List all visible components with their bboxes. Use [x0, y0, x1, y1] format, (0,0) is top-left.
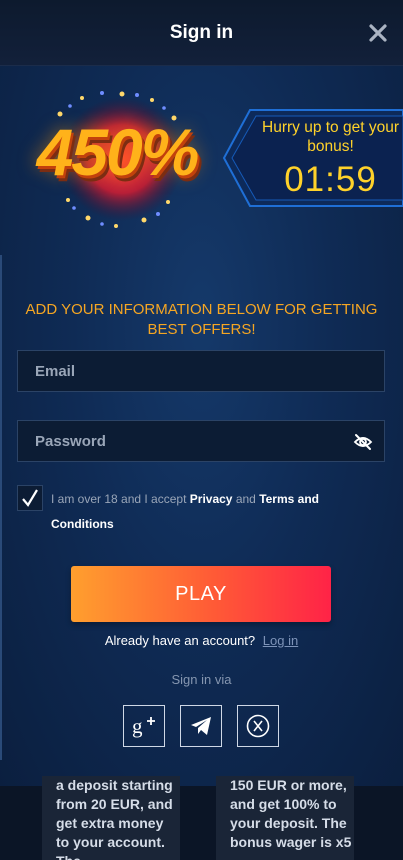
x-button[interactable] — [237, 705, 279, 747]
password-input[interactable] — [35, 432, 335, 450]
bonus-percent: 450% — [36, 115, 200, 189]
login-link[interactable]: Log in — [263, 633, 298, 648]
telegram-button[interactable] — [180, 705, 222, 747]
telegram-icon[interactable] — [190, 715, 212, 737]
timer-label: Hurry up to get your bonus! — [262, 119, 399, 155]
password-field[interactable] — [17, 420, 385, 462]
x-icon[interactable] — [246, 714, 270, 738]
timer-value: 01:59 — [284, 160, 377, 199]
play-button[interactable]: PLAY — [71, 566, 331, 622]
google-plus-icon[interactable]: g — [131, 713, 157, 739]
bonus-badge: 450% — [22, 84, 212, 234]
close-button[interactable] — [367, 22, 389, 44]
account-text: Already have an account? — [104, 633, 256, 648]
google-plus-button[interactable]: g — [123, 705, 165, 747]
account-prompt: Already have an account? Log in — [0, 633, 403, 648]
terms-text: I am over 18 and I accept Privacy and Te… — [51, 487, 351, 537]
svg-text:g: g — [132, 714, 143, 738]
timer-banner: Hurry up to get your bonus! 01:59 — [220, 108, 403, 208]
eye-off-icon[interactable] — [353, 432, 373, 452]
checkmark-icon[interactable] — [20, 488, 40, 508]
bonus-card-text: 150 EUR or more, and get 100% to your de… — [230, 777, 352, 850]
bonus-card-text: a deposit starting from 20 EUR, and get … — [56, 777, 173, 860]
email-field[interactable] — [17, 350, 385, 392]
bonus-card-2: 150 EUR or more, and get 100% to your de… — [216, 776, 354, 860]
terms-checkbox[interactable] — [17, 485, 43, 511]
toggle-password-button[interactable] — [353, 432, 373, 452]
terms-prefix: I am over 18 and I accept — [51, 492, 187, 506]
sign-in-via-label: Sign in via — [171, 672, 232, 687]
terms-and: and — [235, 492, 256, 506]
close-icon[interactable] — [369, 24, 387, 42]
privacy-link[interactable]: Privacy — [190, 492, 233, 506]
page-title: Sign in — [169, 21, 234, 43]
promo-text: ADD YOUR INFORMATION BELOW FOR GETTING B… — [25, 301, 378, 338]
email-input[interactable] — [35, 362, 335, 380]
modal-header: Sign in — [0, 0, 403, 66]
bonus-card-1: a deposit starting from 20 EUR, and get … — [42, 776, 180, 860]
